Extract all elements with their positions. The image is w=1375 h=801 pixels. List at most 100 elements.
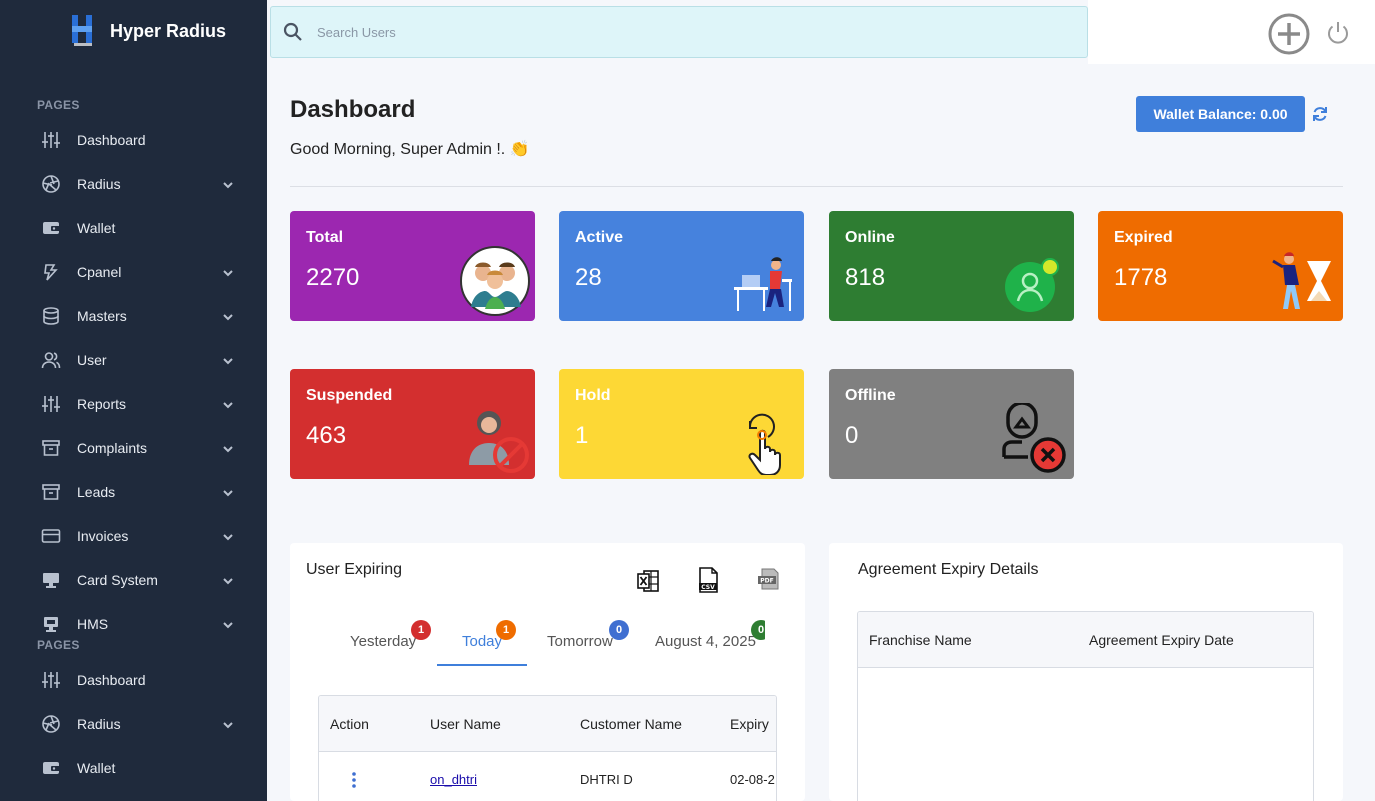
brand[interactable]: Hyper Radius xyxy=(70,14,226,48)
chevron-down-icon xyxy=(222,442,234,454)
sidebar-item-label: Invoices xyxy=(77,528,129,544)
tab-scroll-mask xyxy=(765,610,805,650)
stat-card-expired[interactable]: Expired 1778 xyxy=(1098,211,1343,321)
sidebar-item-label: Cpanel xyxy=(77,264,122,280)
excel-export-icon[interactable] xyxy=(636,568,660,594)
active-tab-indicator xyxy=(437,664,527,666)
sidebar-item-user[interactable]: User xyxy=(0,340,267,380)
refresh-icon[interactable] xyxy=(1310,104,1330,124)
monitor-icon xyxy=(40,569,62,591)
column-header[interactable]: Expiry xyxy=(730,716,769,732)
sidebar-item-reports[interactable]: Reports xyxy=(0,384,267,424)
user-expiring-table: Action User Name Customer Name Expiry on… xyxy=(318,695,777,801)
table-header: Franchise Name Agreement Expiry Date xyxy=(858,612,1313,668)
count-badge: 0 xyxy=(609,620,629,640)
count-badge: 1 xyxy=(411,620,431,640)
hotel-icon xyxy=(40,613,62,635)
sidebar-item-label: Card System xyxy=(77,572,158,588)
chevron-down-icon xyxy=(222,486,234,498)
more-vertical-icon[interactable] xyxy=(350,771,358,789)
tab-today[interactable]: Today xyxy=(462,633,502,650)
agreement-expiry-title: Agreement Expiry Details xyxy=(858,561,1039,578)
pdf-export-icon[interactable]: PDF xyxy=(756,567,780,593)
stat-card-online[interactable]: Online 818 xyxy=(829,211,1074,321)
column-header[interactable]: User Name xyxy=(430,716,501,732)
search-icon xyxy=(283,22,303,42)
tab-tomorrow[interactable]: Tomorrow xyxy=(547,633,613,650)
sidebar-item-leads[interactable]: Leads xyxy=(0,472,267,512)
sidebar-item-cpanel[interactable]: Cpanel xyxy=(0,252,267,292)
sidebar-item-card-system[interactable]: Card System xyxy=(0,560,267,600)
sidebar-item-label: Wallet xyxy=(77,760,116,776)
chevron-down-icon xyxy=(222,574,234,586)
column-header[interactable]: Franchise Name xyxy=(869,632,972,648)
hourglass-person-icon xyxy=(1272,252,1331,309)
stat-label: Offline xyxy=(845,387,896,404)
sidebar-item-label: Complaints xyxy=(77,440,148,456)
csv-export-icon[interactable]: CSV xyxy=(696,567,720,593)
stat-label: Active xyxy=(575,229,624,246)
sidebar-item-masters[interactable]: Masters xyxy=(0,296,267,336)
wallet-icon xyxy=(40,757,62,779)
stat-value: 28 xyxy=(575,264,602,291)
user-expiring-title: User Expiring xyxy=(306,561,403,578)
stat-label: Total xyxy=(306,229,344,246)
stat-card-active[interactable]: Active 28 xyxy=(559,211,804,321)
chevron-down-icon xyxy=(222,618,234,630)
person-at-laptop-icon xyxy=(734,257,792,311)
sidebar-item-label: Radius xyxy=(77,176,121,192)
sliders-icon xyxy=(40,669,62,691)
aperture-icon xyxy=(40,173,62,195)
sidebar-item-label: User xyxy=(77,352,107,368)
tab-date[interactable]: August 4, 2025 xyxy=(655,633,756,650)
sidebar-item-dashboard[interactable]: Dashboard xyxy=(0,120,267,160)
archive-icon xyxy=(40,481,62,503)
stat-card-hold[interactable]: Hold 1 xyxy=(559,369,804,479)
sidebar-item-invoices[interactable]: Invoices xyxy=(0,516,267,556)
svg-text:CSV: CSV xyxy=(701,584,715,591)
sidebar-item-radius[interactable]: Radius xyxy=(0,164,267,204)
column-header[interactable]: Agreement Expiry Date xyxy=(1089,632,1234,648)
sidebar-item-label: Wallet xyxy=(77,220,116,236)
customer-name: DHTRI D xyxy=(580,772,633,787)
stat-label: Expired xyxy=(1114,229,1173,246)
sidebar-item-wallet[interactable]: Wallet xyxy=(0,748,267,788)
search-input[interactable] xyxy=(317,24,1017,40)
column-header[interactable]: Customer Name xyxy=(580,716,682,732)
tab-yesterday[interactable]: Yesterday xyxy=(350,633,416,650)
stat-card-total[interactable]: Total 2270 xyxy=(290,211,535,321)
search-bar xyxy=(270,6,1088,58)
sidebar-item-radius[interactable]: Radius xyxy=(0,704,267,744)
sidebar-item-label: Reports xyxy=(77,396,127,412)
sidebar-item-label: Dashboard xyxy=(77,132,146,148)
stat-label: Online xyxy=(845,229,895,246)
column-header[interactable]: Action xyxy=(330,716,369,732)
chevron-down-icon xyxy=(222,398,234,410)
stat-label: Hold xyxy=(575,387,611,404)
page-title: Dashboard xyxy=(290,96,416,123)
wallet-balance-button[interactable]: Wallet Balance: 0.00 xyxy=(1136,96,1305,132)
stat-value: 1778 xyxy=(1114,264,1168,291)
sidebar-item-dashboard[interactable]: Dashboard xyxy=(0,660,267,700)
chevron-down-icon xyxy=(222,718,234,730)
cpanel-icon xyxy=(40,261,62,283)
sidebar-item-label: Masters xyxy=(77,308,127,324)
stat-card-offline[interactable]: Offline 0 xyxy=(829,369,1074,479)
stat-value: 1 xyxy=(575,422,589,449)
chevron-down-icon xyxy=(222,354,234,366)
chevron-down-icon xyxy=(222,266,234,278)
sliders-icon xyxy=(40,393,62,415)
power-icon[interactable] xyxy=(1325,20,1351,46)
stat-label: Suspended xyxy=(306,387,393,404)
expiry-date: 02-08-2 xyxy=(730,772,775,787)
sidebar-item-label: Dashboard xyxy=(77,672,146,688)
chevron-down-icon xyxy=(222,310,234,322)
sidebar-item-complaints[interactable]: Complaints xyxy=(0,428,267,468)
stat-card-suspended[interactable]: Suspended 463 xyxy=(290,369,535,479)
add-circle-icon[interactable] xyxy=(1267,12,1311,56)
stat-value: 463 xyxy=(306,422,347,449)
sidebar-item-wallet[interactable]: Wallet xyxy=(0,208,267,248)
user-name-link[interactable]: on_dhtri xyxy=(430,772,477,787)
svg-text:PDF: PDF xyxy=(760,578,773,585)
credit-card-icon xyxy=(40,525,62,547)
